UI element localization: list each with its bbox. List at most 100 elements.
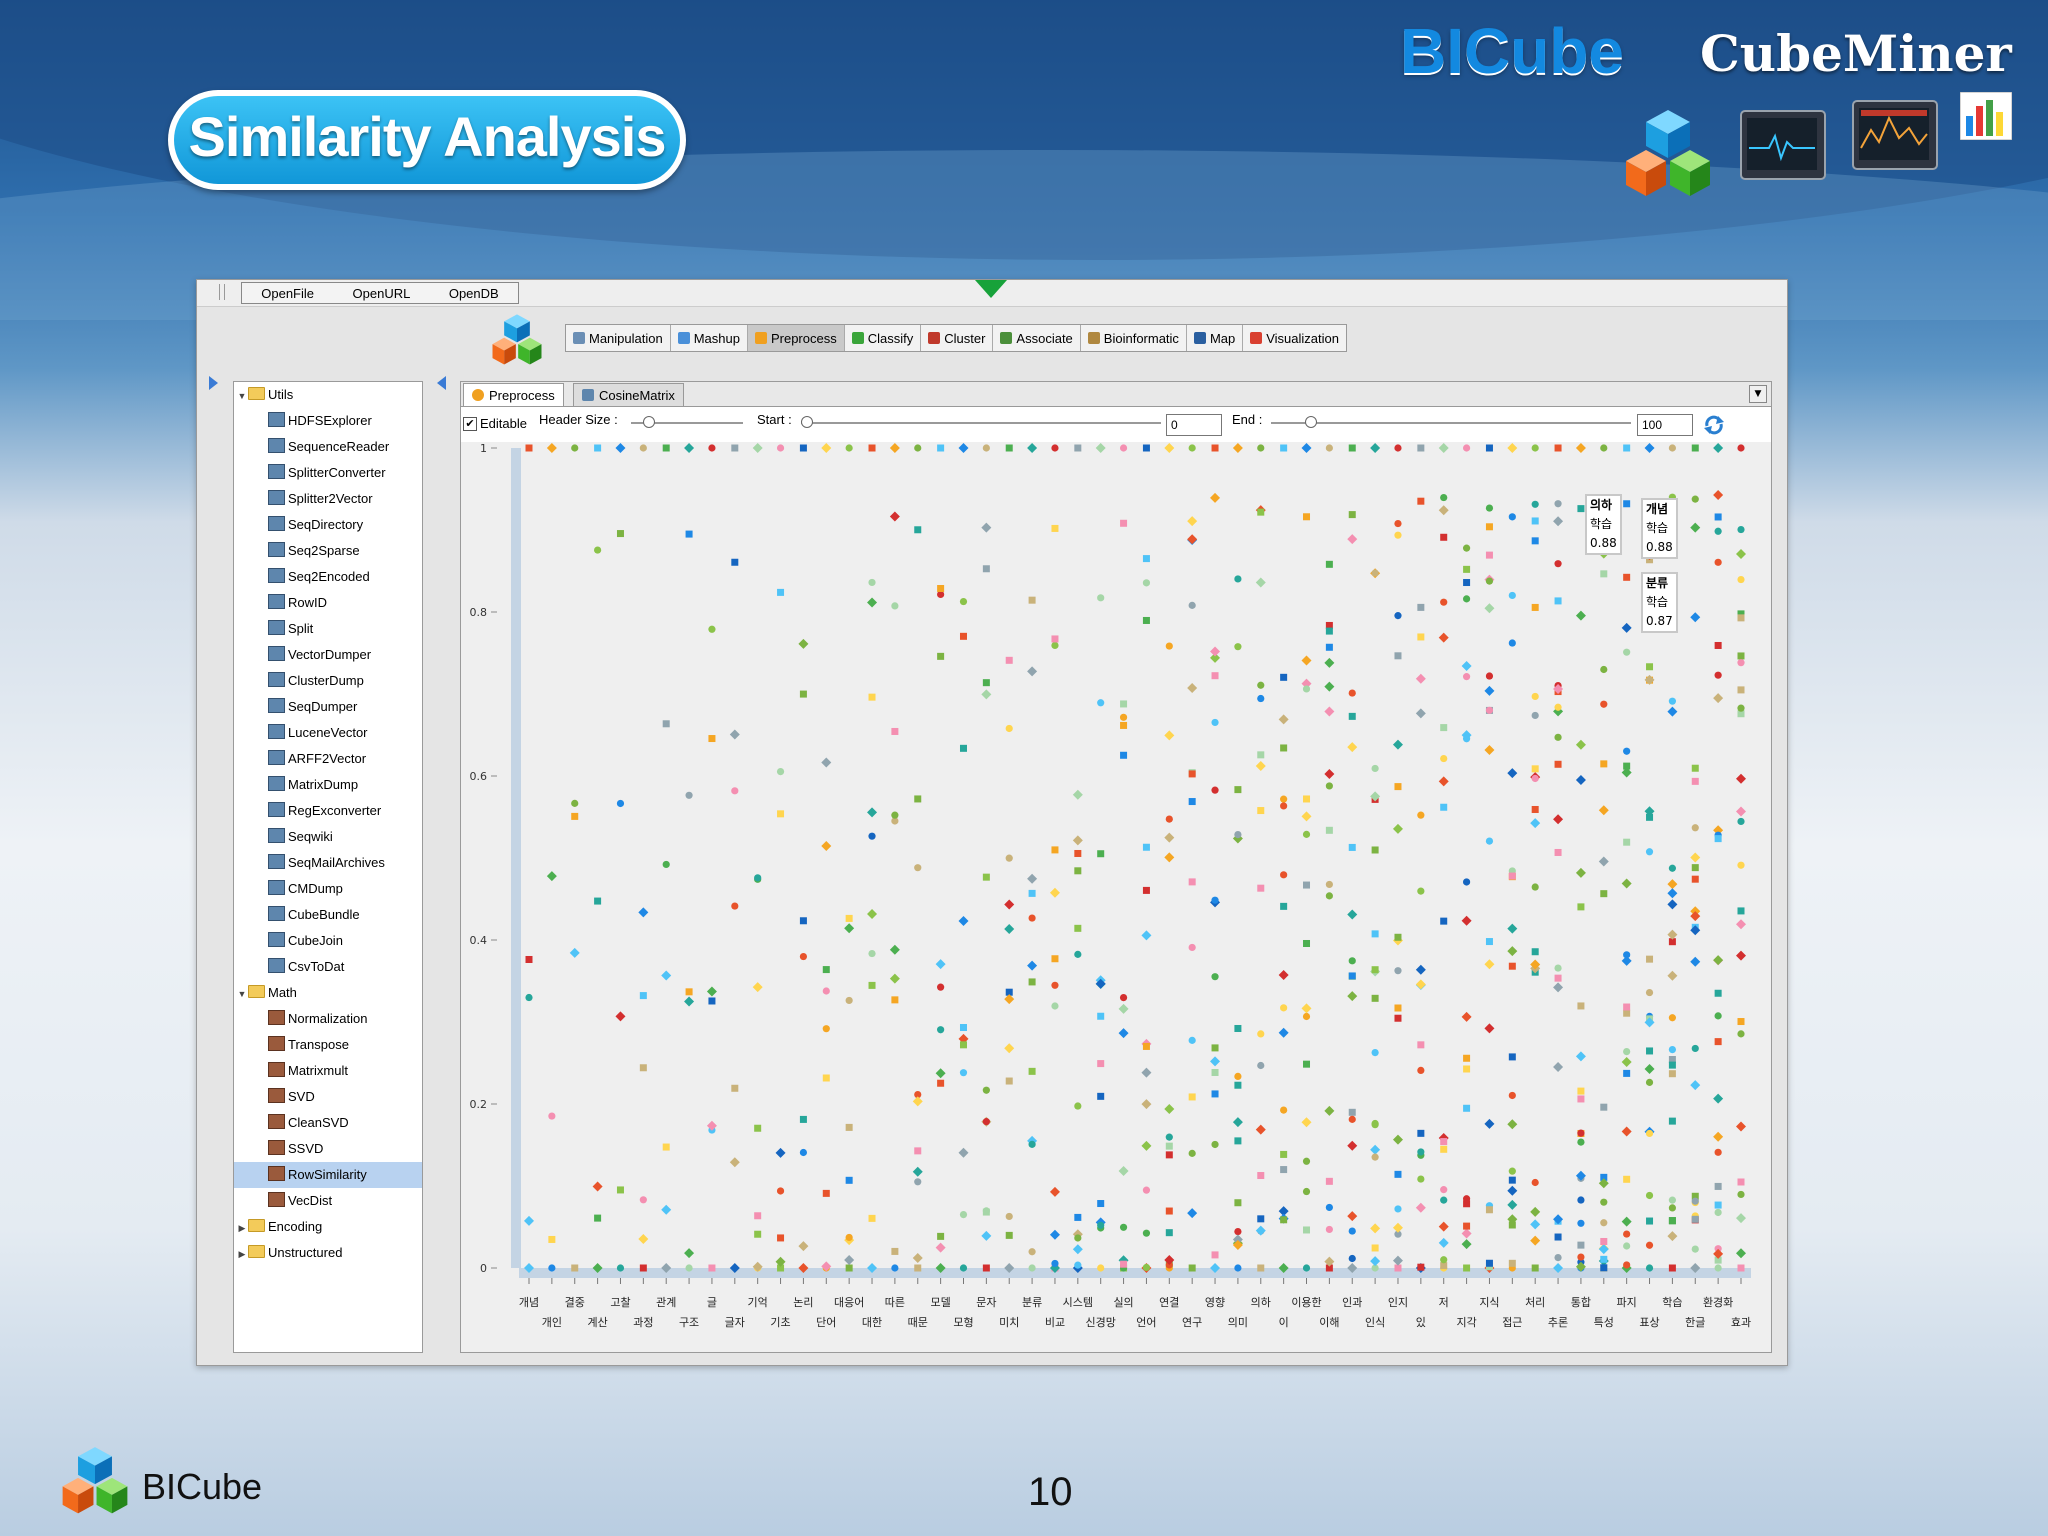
- tree-item-lucenevector[interactable]: LuceneVector: [234, 720, 422, 746]
- slider-knob[interactable]: [643, 416, 655, 428]
- tree-item-cubejoin[interactable]: CubeJoin: [234, 928, 422, 954]
- tree-item-seqwiki[interactable]: Seqwiki: [234, 824, 422, 850]
- data-point: [1531, 883, 1539, 891]
- tree-item-vectordumper[interactable]: VectorDumper: [234, 642, 422, 668]
- data-point: [1097, 1221, 1105, 1229]
- collapsed-icon[interactable]: ▶: [236, 1215, 248, 1241]
- data-point: [1142, 616, 1150, 624]
- tab-list-dropdown-icon[interactable]: ▼: [1749, 385, 1767, 403]
- data-point: [1530, 1219, 1541, 1230]
- data-point: [1508, 1053, 1516, 1061]
- tree-item-matrixdump[interactable]: MatrixDump: [234, 772, 422, 798]
- tree-item-rowid[interactable]: RowID: [234, 590, 422, 616]
- tree-item-ssvd[interactable]: SSVD: [234, 1136, 422, 1162]
- tree-item-svd[interactable]: SVD: [234, 1084, 422, 1110]
- data-point: [1392, 1222, 1403, 1233]
- menu-open-db[interactable]: OpenDB: [449, 286, 499, 301]
- slider-knob[interactable]: [1305, 416, 1317, 428]
- editable-checkbox[interactable]: ✔: [463, 417, 477, 431]
- tree-item-label: CubeBundle: [288, 907, 360, 922]
- tree-item-clusterdump[interactable]: ClusterDump: [234, 668, 422, 694]
- tree-folder-utils[interactable]: ▼ Utils: [234, 382, 422, 408]
- tree-folder-math[interactable]: ▼ Math: [234, 980, 422, 1006]
- toolbar-mashup-button[interactable]: Mashup: [671, 325, 748, 351]
- data-point: [868, 444, 876, 452]
- util-module-icon: [268, 464, 285, 479]
- collapsed-icon[interactable]: ▶: [236, 1241, 248, 1267]
- tree-item-hdfsexplorer[interactable]: HDFSExplorer: [234, 408, 422, 434]
- toolbar-bioinformatic-button[interactable]: Bioinformatic: [1081, 325, 1187, 351]
- data-point: [1530, 818, 1541, 829]
- toolbar-button-label: Map: [1209, 330, 1236, 346]
- tree-item-arff2vector[interactable]: ARFF2Vector: [234, 746, 422, 772]
- start-slider[interactable]: [801, 416, 1161, 428]
- data-point: [891, 1247, 899, 1255]
- result-tabs: Preprocess CosineMatrix ▼: [461, 382, 1771, 407]
- toolbar-associate-button[interactable]: Associate: [993, 325, 1081, 351]
- tree-item-seqmailarchives[interactable]: SeqMailArchives: [234, 850, 422, 876]
- toolbar-manipulation-button[interactable]: Manipulation: [566, 325, 671, 351]
- data-point: [1440, 533, 1448, 541]
- data-point: [1713, 490, 1724, 501]
- tree-item-seq2encoded[interactable]: Seq2Encoded: [234, 564, 422, 590]
- data-point: [1049, 887, 1060, 898]
- tree-folder-unstructured[interactable]: ▶ Unstructured: [234, 1240, 422, 1266]
- data-point: [1600, 700, 1608, 708]
- data-point: [1120, 751, 1128, 759]
- collapse-toggle-icon[interactable]: [975, 280, 1007, 298]
- tree-item-transpose[interactable]: Transpose: [234, 1032, 422, 1058]
- data-point: [1736, 806, 1746, 817]
- tree-item-cmdump[interactable]: CMDump: [234, 876, 422, 902]
- data-point: [1691, 764, 1699, 772]
- tab-preprocess[interactable]: Preprocess: [463, 383, 564, 406]
- toolbar-grip[interactable]: [219, 284, 225, 300]
- toolbar-cluster-button[interactable]: Cluster: [921, 325, 994, 351]
- tree-item-splitterconverter[interactable]: SplitterConverter: [234, 460, 422, 486]
- slider-knob[interactable]: [801, 416, 813, 428]
- tree-item-splitter2vector[interactable]: Splitter2Vector: [234, 486, 422, 512]
- tree-item-cleansvd[interactable]: CleanSVD: [234, 1110, 422, 1136]
- header-size-slider[interactable]: [631, 416, 743, 428]
- toolbar-classify-button[interactable]: Classify: [845, 325, 922, 351]
- tree-item-csvtodat[interactable]: CsvToDat: [234, 954, 422, 980]
- tree-item-regexconverter[interactable]: RegExconverter: [234, 798, 422, 824]
- tree-item-seq2sparse[interactable]: Seq2Sparse: [234, 538, 422, 564]
- tree-item-cubebundle[interactable]: CubeBundle: [234, 902, 422, 928]
- start-field[interactable]: 0: [1166, 414, 1222, 436]
- menu-open-file[interactable]: OpenFile: [261, 286, 314, 301]
- tree-item-sequencereader[interactable]: SequenceReader: [234, 434, 422, 460]
- tree-item-seqdirectory[interactable]: SeqDirectory: [234, 512, 422, 538]
- expand-left-icon[interactable]: [209, 376, 218, 390]
- data-point: [1074, 1261, 1082, 1269]
- tree-folder-encoding[interactable]: ▶ Encoding: [234, 1214, 422, 1240]
- toolbar-visualization-button[interactable]: Visualization: [1243, 325, 1346, 351]
- data-point: [662, 444, 670, 452]
- data-point: [1280, 1004, 1288, 1012]
- collapse-sidebar-icon[interactable]: [437, 376, 446, 390]
- tree-item-normalization[interactable]: Normalization: [234, 1006, 422, 1032]
- x-tick-label: 처리: [1525, 1296, 1545, 1309]
- refresh-icon[interactable]: [1703, 414, 1725, 436]
- data-point: [959, 1041, 967, 1049]
- end-slider[interactable]: [1271, 416, 1631, 428]
- data-point: [1280, 795, 1288, 803]
- x-tick-label: 연결: [1159, 1296, 1179, 1309]
- tree-item-rowsimilarity[interactable]: RowSimilarity: [234, 1162, 422, 1188]
- data-point: [1714, 671, 1722, 679]
- data-point: [1347, 1140, 1358, 1151]
- tab-cosine-matrix[interactable]: CosineMatrix: [573, 383, 684, 406]
- tree-item-vecdist[interactable]: VecDist: [234, 1188, 422, 1214]
- toolbar-map-button[interactable]: Map: [1187, 325, 1244, 351]
- tree-item-seqdumper[interactable]: SeqDumper: [234, 694, 422, 720]
- menu-open-url[interactable]: OpenURL: [353, 286, 411, 301]
- data-point: [1600, 1103, 1608, 1111]
- tree-item-split[interactable]: Split: [234, 616, 422, 642]
- data-point: [1255, 1225, 1266, 1236]
- toolbar-preprocess-button[interactable]: Preprocess: [747, 325, 845, 351]
- expanded-icon[interactable]: ▼: [236, 383, 248, 409]
- data-point: [1141, 1099, 1152, 1110]
- expanded-icon[interactable]: ▼: [236, 981, 248, 1007]
- tree-item-matrixmult[interactable]: Matrixmult: [234, 1058, 422, 1084]
- end-field[interactable]: 100: [1637, 414, 1693, 436]
- data-point: [525, 444, 533, 452]
